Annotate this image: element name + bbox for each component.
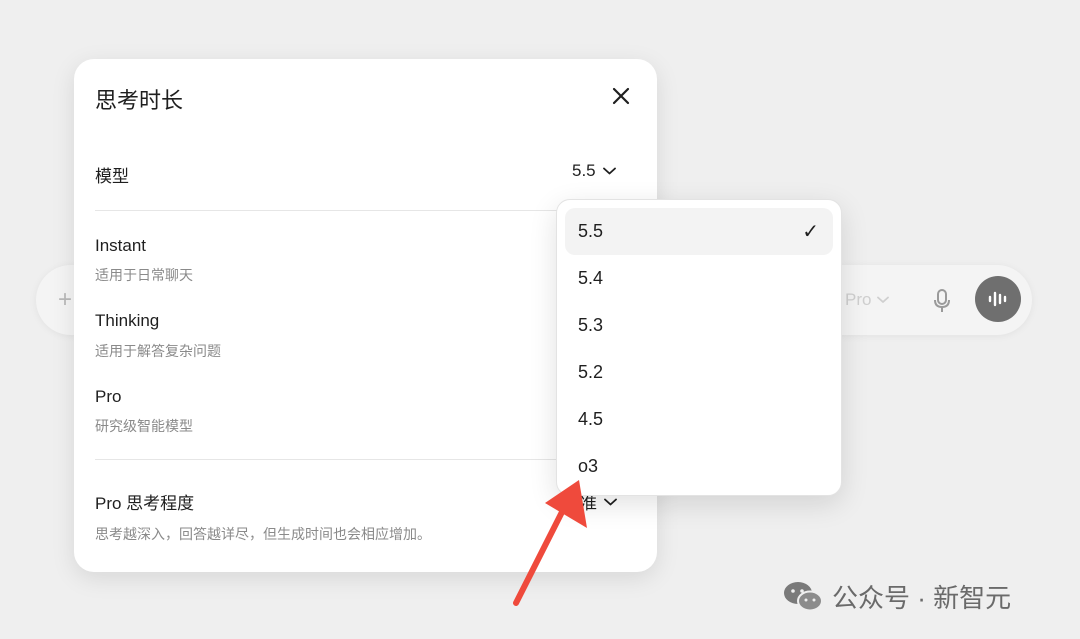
divider: [95, 459, 635, 460]
screen: + Pro 思考时长 模型 5.5 Instant 适用于日常聊天 Thinki…: [0, 0, 1080, 639]
option-thinking-name[interactable]: Thinking: [95, 311, 159, 331]
watermark-text: 公众号 · 新智元: [832, 583, 1012, 613]
model-option-4-5[interactable]: 4.5: [565, 396, 833, 443]
checkmark-icon: ✓: [802, 221, 819, 243]
model-option-5-3[interactable]: 5.3: [565, 302, 833, 349]
model-option-5-2[interactable]: 5.2: [565, 349, 833, 396]
microphone-icon[interactable]: [932, 288, 952, 319]
pro-effort-description: 思考越深入，回答越详尽，但生成时间也会相应增加。: [95, 526, 431, 542]
chevron-down-icon: [604, 498, 617, 505]
watermark: 公众号 · 新智元: [782, 578, 1011, 615]
model-dropdown: 5.5 ✓ 5.4 5.3 5.2 4.5 o3: [556, 199, 842, 496]
model-option-label: 5.5: [578, 221, 604, 241]
close-icon: [612, 87, 630, 105]
close-button[interactable]: [609, 84, 633, 108]
voice-mode-button[interactable]: [975, 276, 1021, 322]
chevron-down-icon: [877, 296, 890, 303]
model-option-label: 5.2: [578, 362, 604, 382]
pro-effort-label: Pro 思考程度: [95, 494, 195, 513]
model-select[interactable]: 5.5: [572, 161, 616, 181]
annotation-arrow-icon: [513, 480, 587, 606]
model-option-label: o3: [578, 456, 599, 476]
option-pro-name[interactable]: Pro: [95, 387, 121, 407]
model-option-label: 5.3: [578, 315, 604, 335]
waveform-icon: [988, 291, 1007, 307]
model-label: 模型: [95, 167, 129, 186]
wechat-icon: [784, 581, 823, 611]
model-option-5-5[interactable]: 5.5 ✓: [565, 208, 833, 255]
model-option-label: 5.4: [578, 268, 604, 288]
option-pro-desc: 研究级智能模型: [95, 418, 193, 434]
model-option-5-4[interactable]: 5.4: [565, 255, 833, 302]
model-select-value: 5.5: [572, 161, 596, 180]
option-instant-name[interactable]: Instant: [95, 236, 146, 256]
composer-model-switch[interactable]: Pro: [845, 290, 890, 310]
chevron-down-icon: [602, 167, 616, 175]
composer-model-label: Pro: [845, 290, 872, 309]
model-option-label: 4.5: [578, 409, 604, 429]
add-icon[interactable]: +: [58, 286, 72, 314]
divider: [95, 210, 635, 211]
option-instant-desc: 适用于日常聊天: [95, 267, 193, 283]
model-option-o3[interactable]: o3: [565, 443, 833, 490]
dialog-title: 思考时长: [95, 88, 184, 113]
option-thinking-desc: 适用于解答复杂问题: [95, 343, 221, 359]
